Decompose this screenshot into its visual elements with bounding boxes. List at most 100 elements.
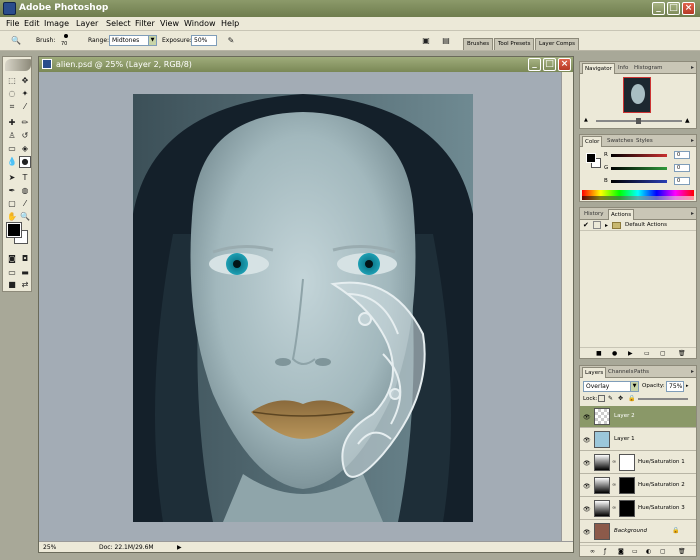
new-group-icon[interactable]: ▭ [632, 548, 638, 555]
new-layer-icon[interactable]: ▢ [660, 548, 666, 555]
visibility-eye-icon[interactable]: 👁 [583, 414, 591, 421]
play-icon[interactable]: ▶ [628, 350, 633, 357]
photo-canvas[interactable] [133, 94, 473, 522]
action-set-row[interactable]: ✔ ▸ Default Actions [580, 220, 696, 231]
hand-tool-icon[interactable]: ✋ [6, 211, 18, 223]
visibility-eye-icon[interactable]: 👁 [583, 483, 591, 490]
navigator-thumbnail[interactable] [623, 77, 651, 113]
close-icon[interactable]: × [682, 2, 695, 15]
brush-tool-icon[interactable]: ✏ [19, 117, 31, 129]
tab-styles[interactable]: Styles [634, 136, 655, 147]
standard-mode-icon[interactable]: ◙ [6, 253, 18, 265]
standard-screen-icon[interactable]: ▭ [6, 267, 18, 279]
magic-wand-tool-icon[interactable]: ✦ [19, 88, 31, 100]
full-screen-menu-icon[interactable]: ▬ [19, 267, 31, 279]
tab-tool-presets[interactable]: Tool Presets [494, 38, 535, 50]
exposure-input[interactable]: 50% [191, 35, 217, 46]
type-tool-icon[interactable]: T [19, 172, 31, 184]
foreground-color-swatch[interactable] [6, 222, 22, 238]
airbrush-icon[interactable]: ✎ [225, 35, 237, 47]
tab-layer-comps[interactable]: Layer Comps [535, 38, 580, 50]
menu-file[interactable]: File [6, 19, 19, 28]
history-brush-tool-icon[interactable]: ↺ [19, 130, 31, 142]
palette-menu-icon[interactable]: ▸ [691, 64, 694, 71]
pen-tool-icon[interactable]: ✒ [6, 185, 18, 197]
channel-value-input[interactable]: 0 [674, 164, 690, 172]
doc-minimize-icon[interactable]: _ [528, 58, 541, 71]
tab-swatches[interactable]: Swatches [605, 136, 635, 147]
layer-row-hue-sat-1[interactable]: 👁 ∞ Hue/Saturation 1 [580, 452, 696, 474]
zoom-slider-thumb[interactable] [636, 118, 641, 124]
expand-arrow-icon[interactable]: ▸ [605, 222, 608, 229]
doc-close-icon[interactable]: × [558, 58, 571, 71]
stop-icon[interactable]: ■ [596, 350, 602, 357]
visibility-eye-icon[interactable]: 👁 [583, 529, 591, 536]
eraser-tool-icon[interactable]: ▭ [6, 143, 18, 155]
tab-paths[interactable]: Paths [632, 367, 651, 378]
slice-tool-icon[interactable]: ⁄ [19, 101, 31, 113]
marquee-tool-icon[interactable]: ⬚ [6, 75, 18, 87]
new-set-icon[interactable]: ▭ [644, 350, 650, 357]
dodge-tool-icon[interactable]: ● [19, 156, 31, 168]
palette-menu-icon[interactable]: ▸ [691, 368, 694, 375]
color-spectrum-bar[interactable] [582, 190, 694, 200]
layer-mask-thumbnail[interactable] [619, 454, 635, 471]
tab-histogram[interactable]: Histogram [632, 63, 665, 74]
move-tool-icon[interactable]: ✥ [19, 75, 31, 87]
palette-menu-icon[interactable]: ▸ [691, 137, 694, 144]
zoom-out-icon[interactable]: ▲ [584, 117, 592, 125]
layer-style-icon[interactable]: ƒ [604, 548, 606, 555]
healing-brush-tool-icon[interactable]: ✚ [6, 117, 18, 129]
lock-transparency-icon[interactable] [598, 395, 605, 402]
vertical-scrollbar[interactable] [561, 72, 573, 542]
opacity-arrow-icon[interactable]: ▸ [686, 383, 689, 389]
tab-brushes[interactable]: Brushes [463, 38, 494, 50]
add-mask-icon[interactable]: ◙ [618, 548, 624, 555]
menu-window[interactable]: Window [184, 19, 216, 28]
jump-to-imageready-icon[interactable]: ⇄ [19, 279, 31, 291]
visibility-eye-icon[interactable]: 👁 [583, 437, 591, 444]
menu-filter[interactable]: Filter [135, 19, 155, 28]
paint-bucket-tool-icon[interactable]: ◈ [19, 143, 31, 155]
lock-all-icon[interactable]: 🔒 [628, 395, 635, 402]
canvas-area[interactable] [39, 72, 573, 542]
tool-preset-icon[interactable]: 🔍 [10, 35, 22, 47]
palette-menu-icon[interactable]: ▸ [691, 210, 694, 217]
new-action-icon[interactable]: ▢ [660, 350, 666, 357]
blend-mode-select[interactable]: Overlay ▼ [583, 381, 639, 392]
crop-tool-icon[interactable]: ⌗ [6, 101, 18, 113]
channel-slider[interactable] [611, 167, 667, 170]
tab-history[interactable]: History [582, 209, 606, 220]
layer-row-layer-1[interactable]: 👁 Layer 1 [580, 429, 696, 451]
fill-slider-track[interactable] [638, 398, 688, 400]
doc-maximize-icon[interactable]: □ [543, 58, 556, 71]
adobe-feather-icon[interactable] [5, 59, 31, 71]
menu-image[interactable]: Image [44, 19, 69, 28]
tab-info[interactable]: Info [616, 63, 630, 74]
layer-row-background[interactable]: 👁 Background 🔒 [580, 521, 696, 543]
full-screen-icon[interactable]: ■ [6, 279, 18, 291]
path-selection-tool-icon[interactable]: ➤ [6, 172, 18, 184]
lock-position-icon[interactable]: ✥ [618, 395, 623, 402]
zoom-tool-icon[interactable]: 🔍 [19, 211, 31, 223]
record-icon[interactable]: ● [612, 350, 617, 357]
menu-view[interactable]: View [160, 19, 179, 28]
brush-picker[interactable]: 70 [60, 33, 72, 49]
channel-slider[interactable] [611, 154, 667, 157]
visibility-eye-icon[interactable]: 👁 [583, 506, 591, 513]
tab-layers[interactable]: Layers [582, 367, 607, 378]
channel-value-input[interactable]: 0 [674, 151, 690, 159]
new-adjustment-layer-icon[interactable]: ◐ [646, 548, 651, 555]
tab-actions[interactable]: Actions [608, 209, 635, 220]
notes-tool-icon[interactable]: ▢ [6, 198, 18, 210]
layer-row-hue-sat-3[interactable]: 👁 ∞ Hue/Saturation 3 [580, 498, 696, 520]
menu-select[interactable]: Select [106, 19, 131, 28]
layer-row-layer-2[interactable]: 👁 Layer 2 [580, 406, 696, 428]
trash-icon[interactable]: 🗑 [678, 350, 686, 357]
menu-layer[interactable]: Layer [76, 19, 98, 28]
status-menu-arrow-icon[interactable]: ▶ [177, 544, 182, 551]
menu-edit[interactable]: Edit [24, 19, 40, 28]
eyedropper-tool-icon[interactable]: ⁄ [19, 198, 31, 210]
layer-row-hue-sat-2[interactable]: 👁 ∞ Hue/Saturation 2 [580, 475, 696, 497]
channel-slider[interactable] [611, 180, 667, 183]
